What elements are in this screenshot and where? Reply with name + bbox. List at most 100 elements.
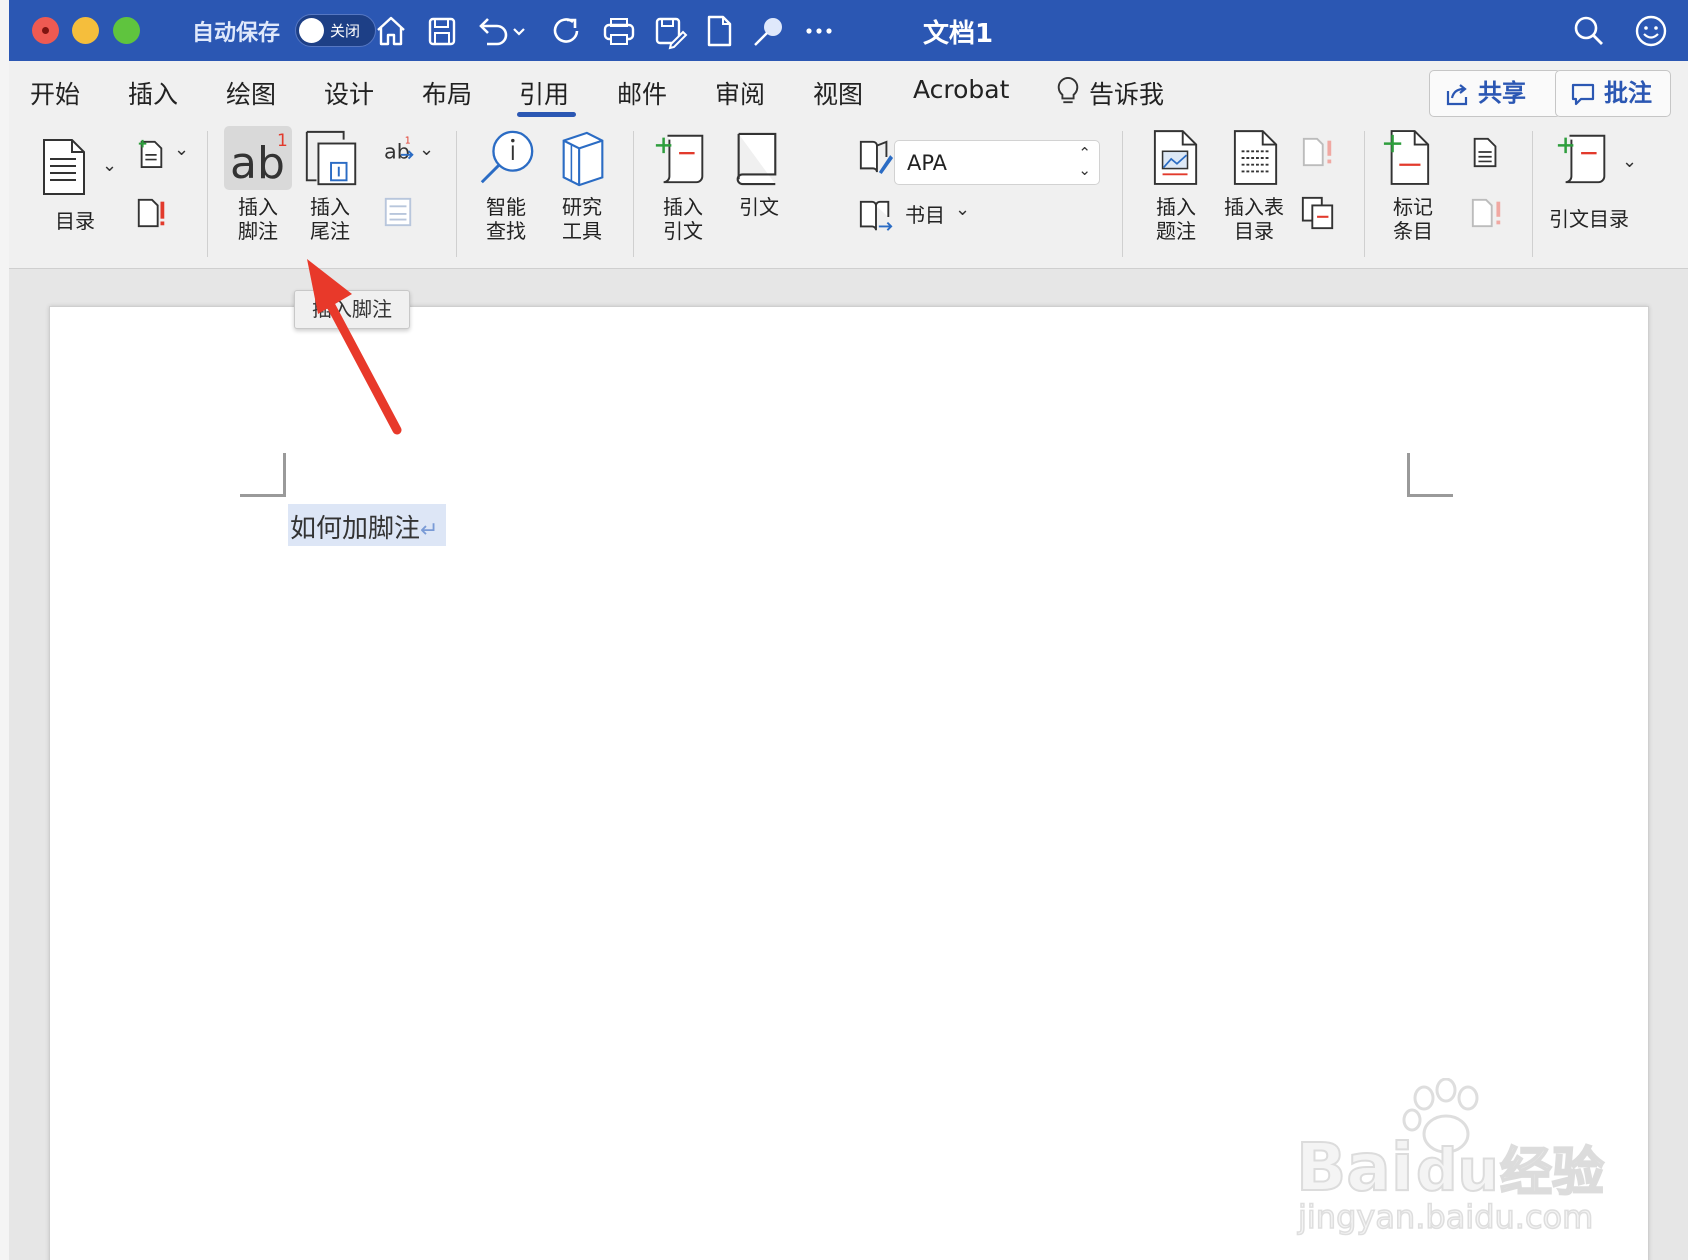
selected-document-text[interactable]: 如何加脚注↵ [288,504,447,546]
tab-draw[interactable]: 绘图 [226,75,276,111]
show-notes-button[interactable] [382,195,414,229]
table-of-contents-button[interactable] [41,137,87,197]
researcher-icon [562,131,604,187]
group-separator [633,131,634,257]
bibliography-button[interactable]: 书目 ⌄ [905,199,985,233]
endnote-icon [305,130,357,186]
comment-icon [1571,83,1595,106]
insert-citation-label-2: 引文 [663,219,703,243]
tab-view[interactable]: 视图 [813,75,863,111]
table-of-figures-label-2: 目录 [1234,219,1274,243]
citation-style-select[interactable]: APA ⌃ ⌄ [894,140,1100,185]
show-notes-icon [384,197,412,227]
share-button[interactable]: 共享 [1429,70,1561,117]
tab-layout[interactable]: 布局 [422,75,472,111]
bibliography-icon [858,198,894,234]
paragraph-mark: ↵ [420,518,439,543]
tab-mailings[interactable]: 邮件 [617,75,667,111]
next-footnote-dropdown-icon[interactable]: ⌄ [419,139,434,160]
document-text: 如何加脚注 [290,514,421,544]
close-window-button[interactable] [32,17,59,44]
tab-home[interactable]: 开始 [30,75,80,111]
update-index-button[interactable] [1469,196,1505,230]
next-footnote-button[interactable]: ab 1 [382,134,420,168]
group-separator [207,131,208,257]
insert-index-button[interactable] [1469,135,1503,169]
home-icon[interactable] [371,11,411,51]
insert-endnote-label-2: 尾注 [310,219,350,243]
citations-button[interactable] [729,128,783,188]
word-window: 自动保存 关闭 文档1 开始 插入 绘图 设计 布局 引用 邮件 审阅 视图 A… [9,0,1688,1260]
add-text-dropdown-icon[interactable]: ⌄ [174,139,189,160]
undo-icon[interactable] [473,11,513,51]
lightbulb-icon [1054,75,1094,113]
citation-style-value: APA [907,151,948,175]
redo-icon[interactable] [547,11,587,51]
autosave-toggle[interactable]: 关闭 [295,14,376,47]
tab-acrobat[interactable]: Acrobat [913,75,1009,104]
cross-reference-button[interactable] [1300,195,1336,231]
add-text-button[interactable] [136,136,166,170]
group-separator [1532,131,1533,257]
screen: 自动保存 关闭 文档1 开始 插入 绘图 设计 布局 引用 邮件 审阅 视图 A… [0,0,1688,1260]
insert-caption-label-2: 题注 [1156,219,1196,243]
save-as-icon[interactable] [649,11,689,51]
tab-insert[interactable]: 插入 [128,75,178,111]
group-separator [1122,131,1123,257]
update-figures-table-button[interactable] [1300,135,1336,169]
mark-entry-label-1: 标记 [1393,195,1433,219]
new-doc-icon[interactable] [699,11,739,51]
undo-dropdown-icon[interactable] [509,11,529,51]
search-icon[interactable] [1569,11,1609,51]
margin-corner-mark [240,453,286,497]
table-of-figures-label-1: 插入表 [1224,195,1284,219]
stepper-arrows-icon: ⌃ ⌄ [1078,144,1091,179]
table-of-authorities-icon [1557,134,1606,184]
index-icon [1473,137,1497,168]
pin-icon[interactable] [749,11,789,51]
document-page[interactable]: 如何加脚注↵ [49,306,1649,1260]
manage-sources-icon[interactable] [858,138,894,176]
print-icon[interactable] [599,11,639,51]
citations-book-icon [736,132,777,186]
insert-footnote-label-2: 脚注 [238,219,278,243]
researcher-button[interactable] [554,129,612,189]
insert-citation-button[interactable] [652,128,712,188]
insert-caption-label-1: 插入 [1156,195,1196,219]
minimize-window-button[interactable] [72,17,99,44]
insert-table-of-figures-button[interactable] [1232,128,1280,188]
table-of-authorities-dropdown-icon[interactable]: ⌄ [1622,151,1637,172]
maximize-window-button[interactable] [113,17,140,44]
tab-design[interactable]: 设计 [324,75,374,111]
table-of-figures-icon [1233,130,1278,185]
insert-caption-button[interactable] [1152,128,1200,188]
tab-references[interactable]: 引用 [519,75,569,111]
save-icon[interactable] [422,11,462,51]
comments-button[interactable]: 批注 [1555,70,1671,117]
insert-endnote-button[interactable] [301,128,363,190]
cross-reference-icon [1301,196,1334,230]
group-separator [1364,131,1365,257]
smart-lookup-button[interactable] [476,128,538,190]
tell-me-search[interactable]: 告诉我 [1089,75,1164,111]
footnote-icon: ab1 [230,131,288,189]
document-canvas: 如何加脚注↵ [9,270,1688,1260]
researcher-label-1: 研究 [562,195,602,219]
svg-text:1: 1 [405,135,411,146]
more-icon[interactable] [799,11,839,51]
table-of-authorities-button[interactable] [1554,128,1614,188]
toggle-knob [299,18,324,43]
insert-footnote-label-1: 插入 [238,195,278,219]
smiley-icon[interactable] [1631,11,1671,51]
next-footnote-icon: ab1 [384,135,414,164]
insert-footnote-button[interactable]: ab 1 [224,126,292,190]
ribbon-tab-bar: 开始 插入 绘图 设计 布局 引用 邮件 审阅 视图 Acrobat 告诉我 共… [9,61,1688,123]
mark-entry-button[interactable] [1382,128,1432,188]
update-table-button[interactable] [135,196,169,230]
bibliography-dropdown-icon: ⌄ [955,199,971,220]
mark-entry-label-2: 条目 [1393,219,1433,243]
insert-endnote-label-1: 插入 [310,195,350,219]
toc-dropdown-icon[interactable]: ⌄ [102,155,117,176]
active-tab-indicator [517,112,576,117]
tab-review[interactable]: 审阅 [715,75,765,111]
